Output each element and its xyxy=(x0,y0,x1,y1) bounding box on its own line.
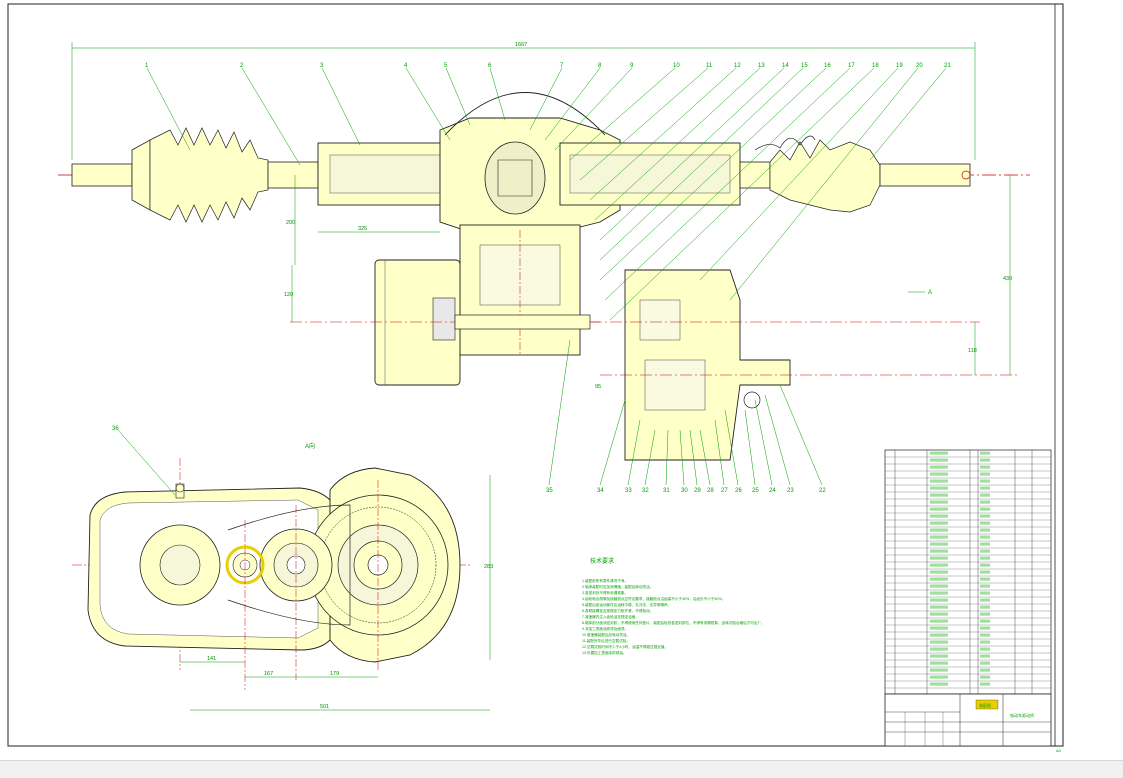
bottom-callout-26: 26 xyxy=(735,488,742,494)
top-callout-15: 15 xyxy=(801,63,808,69)
top-callout-21: 21 xyxy=(944,63,951,69)
side-callout-36: 36 xyxy=(112,426,119,432)
top-callout-10: 10 xyxy=(673,63,680,69)
tech-note: 10.差速器装配后应转动灵活。 xyxy=(582,632,630,637)
tech-req-title: 技术要求 xyxy=(590,557,614,565)
dim-vertical-motor: 120 xyxy=(284,292,293,298)
dim-left-offset: 325 xyxy=(358,226,367,232)
bottom-callout-28: 28 xyxy=(707,488,714,494)
top-callout-12: 12 xyxy=(734,63,741,69)
bottom-callout-29: 29 xyxy=(694,488,701,494)
tech-note: 3.各密封处不得有渗漏现象。 xyxy=(582,590,628,595)
bottom-callout-22: 22 xyxy=(819,488,826,494)
top-callout-11: 11 xyxy=(706,63,713,69)
dim-gearbox-height: 283 xyxy=(484,564,493,570)
sheet-size: A0 xyxy=(1056,748,1062,753)
bottom-callout-34: 34 xyxy=(597,488,604,494)
top-callout-16: 16 xyxy=(824,63,831,69)
dim-right-height: 430 xyxy=(1003,276,1012,282)
top-callout-18: 18 xyxy=(872,63,879,69)
top-callout-17: 17 xyxy=(848,63,855,69)
tech-note: 11.装配完毕后进行空载试验。 xyxy=(582,638,630,643)
tech-note: 13.外露加工表面涂防锈油。 xyxy=(582,650,627,655)
view-label-section-a: A向 xyxy=(305,442,315,450)
bottom-callout-27: 27 xyxy=(721,488,728,494)
tech-note: 6.各联接螺栓应按规定力矩拧紧，不得松动。 xyxy=(582,608,653,613)
tech-note: 9.非加工表面涂底漆及面漆。 xyxy=(582,626,628,631)
tech-note: 7.减速器内注入齿轮油至规定油面。 xyxy=(582,614,639,619)
bottom-callout-25: 25 xyxy=(752,488,759,494)
dim-base-b: 167 xyxy=(264,671,273,677)
tech-note: 8.箱体剖分面涂密封胶，不得使用任何垫片，装配后检查各密封部位，不得有渗漏现象，… xyxy=(582,620,765,625)
tech-note: 1.装配前所有零件清洗干净。 xyxy=(582,578,628,583)
tech-note: 4.齿轮啮合侧隙及接触斑点应符合要求，接触斑点沿齿高不小于40%，沿齿长不小于5… xyxy=(582,596,725,601)
dim-base-total: 501 xyxy=(320,704,329,710)
bottom-callout-35: 35 xyxy=(546,488,553,494)
parts-list-table xyxy=(884,449,1052,695)
title-block: 装配图 电动车驱动桥 xyxy=(884,693,1052,747)
bottom-callout-24: 24 xyxy=(769,488,776,494)
dim-base-c: 179 xyxy=(330,671,339,677)
tech-note: 12.空载试验时间不少于2小时，油温不得超过规定值。 xyxy=(582,644,668,649)
tech-note: 2.轴承装配时应加润滑脂，装配后转动灵活。 xyxy=(582,584,653,589)
dim-overall-width: 1667 xyxy=(515,42,527,48)
top-callout-14: 14 xyxy=(782,63,789,69)
bottom-callout-30: 30 xyxy=(681,488,688,494)
title-stamp: 装配图 xyxy=(979,702,991,708)
viewer-status-bar xyxy=(0,760,1123,778)
top-callout-19: 19 xyxy=(896,63,903,69)
cad-drawing-viewer: 1667 325 200 120 430 118 95 A 1 2 3 4 5 … xyxy=(0,0,1123,778)
view-arrow-a: A xyxy=(928,290,932,296)
bottom-callout-32: 32 xyxy=(642,488,649,494)
top-callout-13: 13 xyxy=(758,63,765,69)
dim-vertical-left: 200 xyxy=(286,220,295,226)
bottom-callout-23: 23 xyxy=(787,488,794,494)
dim-right-lower: 118 xyxy=(968,348,977,354)
title-drawing-name: 电动车驱动桥 xyxy=(1010,712,1034,718)
top-callout-20: 20 xyxy=(916,63,923,69)
bottom-callout-33: 33 xyxy=(625,488,632,494)
dim-base-a: 141 xyxy=(207,656,216,662)
dim-mid-small: 95 xyxy=(595,384,601,390)
assembly-drawing: 1667 325 200 120 430 118 95 A 1 2 3 4 5 … xyxy=(0,0,1123,760)
tech-note: 5.装配后各运动部件应运转平稳，无冲击、无异常噪声。 xyxy=(582,602,671,607)
bottom-callout-31: 31 xyxy=(663,488,670,494)
